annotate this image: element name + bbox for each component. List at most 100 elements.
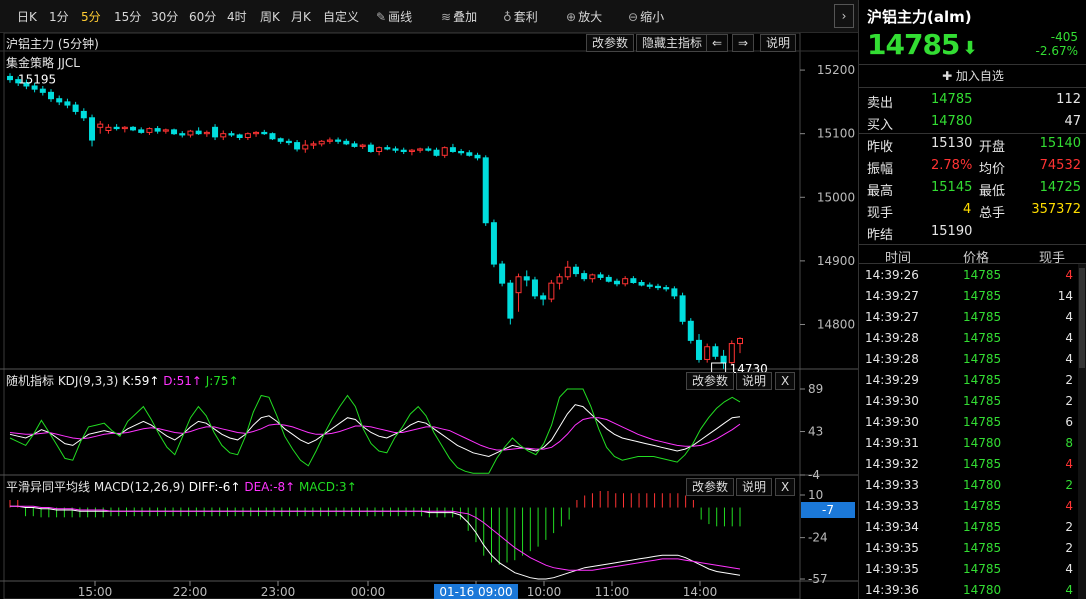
draw-line-label: 画线 [388,10,413,24]
candle-body [417,148,424,151]
draw-line-button[interactable]: ✎ 画线 [376,8,412,25]
tick-price: 14785 [963,352,1002,366]
kdj-title-prefix: 随机指标 KDJ(9,3,3) [6,374,119,388]
tick-price: 14785 [963,373,1002,387]
candle-body [89,117,96,141]
tick-time: 14:39:32 [865,457,919,471]
period-day-button[interactable]: 日K [17,8,37,25]
zoom-in-button[interactable]: ⊕ 放大 [566,8,602,25]
stat-row-2: 振幅 2.78% 均价 74532 [859,156,1086,178]
kdj-k-value: K:59↑ [122,374,160,388]
tick-volume: 4 [1065,583,1073,597]
tick-time: 14:39:26 [865,268,919,282]
candle-body [212,126,219,138]
macd-title-prefix: 平滑异同平均线 MACD(12,26,9) [6,480,185,494]
hide-main-indicator-button[interactable]: 隐藏主指标 [636,34,709,52]
period-week-button[interactable]: 周K [260,8,280,25]
candle-body [646,284,653,287]
x-tick-label: 00:00 [351,585,386,599]
tick-time: 14:39:31 [865,436,919,450]
candle-body [695,339,702,360]
candle-body [679,295,686,322]
tick-volume: 2 [1065,373,1073,387]
period-30min-button[interactable]: 30分 [151,8,178,25]
scroll-right-button[interactable]: ⇒ [732,34,755,52]
tick-price: 14785 [963,499,1002,513]
stat-row-3: 最高 15145 最低 14725 [859,178,1086,200]
x-tick-label: 14:00 [683,585,718,599]
add-to-watchlist-button[interactable]: ✚ 加入自选 [859,64,1086,88]
candle-body [277,138,284,142]
high-label: 最高 [867,184,894,199]
chart-canvas[interactable]: 152001510015000149001480015195147308943-… [0,33,858,599]
tick-volume: 4 [1065,499,1073,513]
candle-body [540,295,547,300]
period-custom-button[interactable]: 自定义 [323,8,359,25]
tick-header-time: 时间 [885,251,912,266]
overlay-button[interactable]: ≋ 叠加 [441,8,477,25]
macd-macd-value: MACD:3↑ [299,480,357,494]
high-price-marker: 15195 [18,72,56,86]
zoom-out-icon: ⊖ [628,10,639,24]
tick-volume: 4 [1065,352,1073,366]
kdj-d-value: D:51↑ [163,374,202,388]
candle-body [687,320,694,341]
candle-body [72,104,79,112]
candle-body [704,346,711,360]
period-60min-button[interactable]: 60分 [189,8,216,25]
kdj-help-button[interactable]: 说明 [736,372,773,390]
period-month-button[interactable]: 月K [291,8,311,25]
period-1min-button[interactable]: 1分 [49,8,69,25]
candle-body [146,128,153,133]
main-edit-params-button[interactable]: 改参数 [586,34,635,52]
candle-body [556,276,563,284]
period-4hour-button[interactable]: 4时 [227,8,247,25]
tick-row: 14:39:27 14785 14 [859,286,1086,307]
arbitrage-button[interactable]: ♁ 套利 [503,8,538,25]
tick-header-price: 价格 [963,251,990,266]
macd-close-button[interactable]: X [775,478,796,496]
candle-body [187,130,194,136]
open-value: 15140 [1039,136,1081,151]
macd-edit-params-button[interactable]: 改参数 [686,478,735,496]
candle-body [515,276,522,294]
main-help-button[interactable]: 说明 [760,34,797,52]
collapse-panel-button[interactable]: › [834,4,854,28]
tick-table-header: 时间 价格 现手 [859,244,1086,266]
scroll-left-button[interactable]: ⇐ [706,34,729,52]
tick-row: 14:39:33 14785 4 [859,496,1086,517]
candle-body [425,148,432,151]
candle-body [228,133,235,136]
tick-volume: 4 [1065,562,1073,576]
tick-row: 14:39:31 14780 8 [859,433,1086,454]
candle-body [138,129,145,133]
candle-body [285,140,292,144]
tick-volume: 14 [1057,289,1073,303]
candle-body [269,133,276,140]
candle-body [179,133,186,136]
period-15min-button[interactable]: 15分 [114,8,141,25]
settlement-value: 15190 [931,224,973,239]
x-tick-label: 10:00 [527,585,562,599]
macd-help-button[interactable]: 说明 [736,478,773,496]
chart-area[interactable]: 15200 15100 15000 14900 14800 15195 14730 89 43-… [0,33,858,599]
tick-row: 14:39:34 14785 2 [859,517,1086,538]
candle-body [737,337,743,345]
kdj-edit-params-button[interactable]: 改参数 [686,372,735,390]
buy-volume: 47 [1064,114,1081,129]
candle-body [433,149,440,156]
tick-scrollbar-thumb[interactable] [1079,268,1085,368]
period-5min-button[interactable]: 5分 [81,8,101,25]
high-value: 15145 [931,180,973,195]
candle-body [564,266,571,278]
candle-body [400,149,407,152]
low-value: 14725 [1039,180,1081,195]
tick-time: 14:39:30 [865,394,919,408]
open-label: 开盘 [979,140,1006,155]
candle-body [482,157,489,224]
sell-price: 14785 [931,92,973,107]
zoom-out-button[interactable]: ⊖ 缩小 [628,8,664,25]
macd-diff-value: DIFF:-6↑ [188,480,241,494]
prev-close-value: 15130 [931,136,973,151]
kdj-close-button[interactable]: X [775,372,796,390]
